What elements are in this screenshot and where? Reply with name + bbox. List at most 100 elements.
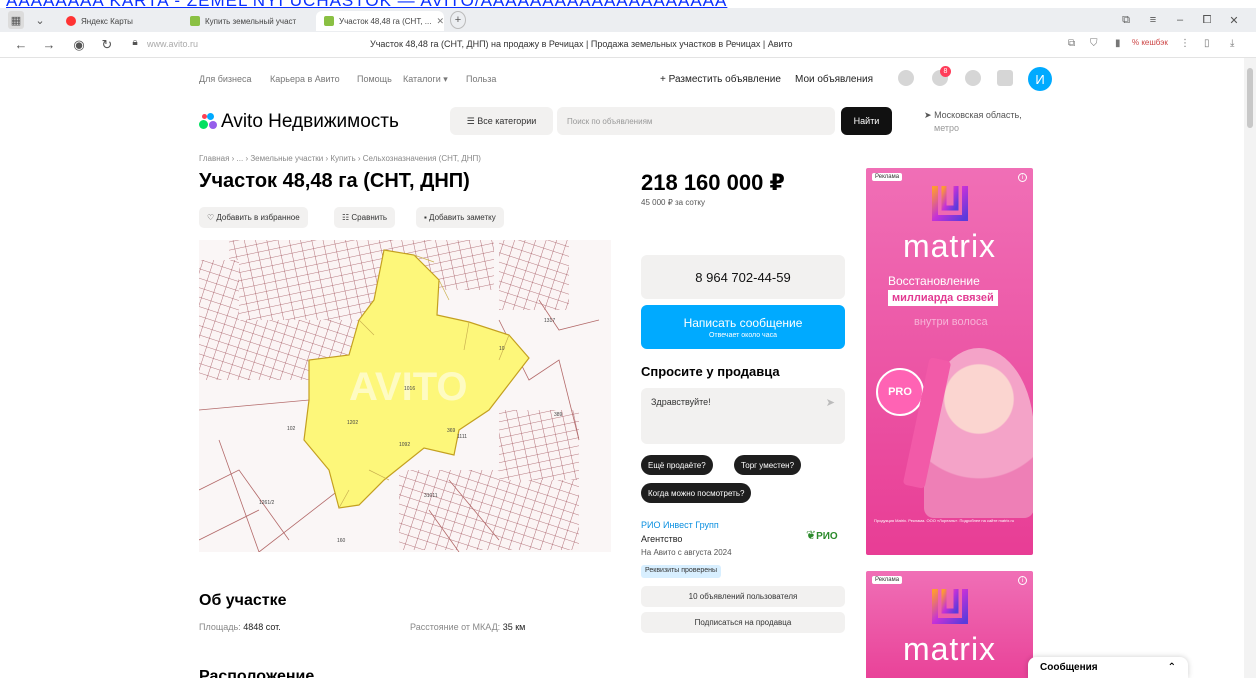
- avito-favicon-icon: [190, 16, 200, 26]
- ad-banner[interactable]: Реклама i matrix Восстановление миллиард…: [866, 168, 1033, 555]
- add-to-favorites-button[interactable]: ♡ Добавить в избранное: [199, 207, 308, 228]
- location-heading: Расположение: [199, 668, 315, 678]
- post-ad-link[interactable]: + Разместить объявление: [660, 74, 781, 85]
- seller-name-link[interactable]: РИО Инвест Групп: [641, 520, 719, 530]
- close-tab-icon[interactable]: ✕: [436, 16, 444, 27]
- favorites-heart-icon[interactable]: [898, 70, 914, 86]
- minimize-icon[interactable]: –: [1172, 11, 1188, 29]
- link-career[interactable]: Карьера в Авито: [270, 74, 340, 84]
- add-note-button[interactable]: ▪ Добавить заметку: [416, 207, 504, 228]
- write-message-button[interactable]: Написать сообщение Отвечает около часа: [641, 305, 845, 349]
- messages-icon[interactable]: [965, 70, 981, 86]
- tab-menu-chevron-icon[interactable]: ⌄: [30, 11, 50, 29]
- page-title-display: Участок 48,48 га (СНТ, ДНП) на продажу в…: [370, 39, 793, 49]
- quick-question-chip[interactable]: Ещё продаёте?: [641, 455, 713, 475]
- browser-menu-icon[interactable]: ≡: [1145, 11, 1161, 29]
- avatar[interactable]: И: [1028, 67, 1052, 91]
- forward-icon[interactable]: →: [40, 37, 58, 52]
- show-phone-button[interactable]: 8 964 702-44-59: [641, 255, 845, 299]
- restore-icon[interactable]: ⧠: [1199, 11, 1215, 29]
- compare-button[interactable]: ☷ Сравнить: [334, 207, 396, 228]
- seller-type: Агентство: [641, 534, 683, 544]
- chevron-up-icon[interactable]: ⌃: [1168, 662, 1176, 673]
- tab-yandex-maps[interactable]: Яндекс Карты: [58, 11, 178, 31]
- send-arrow-icon[interactable]: ➤: [826, 396, 835, 409]
- about-heading: Об участке: [199, 592, 287, 609]
- back-icon[interactable]: ←: [12, 37, 30, 52]
- shield-icon[interactable]: ⛉: [1090, 38, 1098, 49]
- messages-panel[interactable]: Сообщения ⌃: [1028, 657, 1188, 678]
- search-input[interactable]: Поиск по объявлениям: [557, 107, 835, 135]
- sidebar-toggle-icon[interactable]: ▦: [8, 11, 24, 29]
- avito-dots-icon: [199, 113, 217, 131]
- ask-seller-input[interactable]: Здравствуйте! ➤: [641, 388, 845, 444]
- map-label: 389: [554, 412, 563, 418]
- new-tab-button[interactable]: +: [450, 11, 466, 29]
- address-bar: ← → ◉ ↻ 🔒︎ www.avito.ru Участок 48,48 га…: [0, 32, 1256, 58]
- ad-label: Реклама: [872, 576, 903, 584]
- info-icon[interactable]: i: [1018, 576, 1027, 585]
- map-label: 1092: [399, 442, 410, 448]
- all-categories-button[interactable]: ☰ Все категории: [450, 107, 553, 135]
- scrollbar-thumb[interactable]: [1247, 68, 1253, 128]
- region-selector[interactable]: ➤ Московская область, метро: [924, 109, 1044, 135]
- map-label: 160: [337, 538, 346, 544]
- ad-brand: matrix: [902, 631, 997, 667]
- ad-label: Реклама: [872, 173, 903, 181]
- protect-icon[interactable]: ◉: [70, 37, 88, 53]
- close-window-icon[interactable]: ✕: [1226, 11, 1242, 29]
- page-title: Участок 48,48 га (СНТ, ДНП): [199, 170, 470, 192]
- cadastral-map-image: AVITO 1317 1016 389 1111 1202 102 1092 3…: [199, 240, 611, 552]
- leaf-icon: ❦: [806, 528, 817, 542]
- yandex-maps-favicon-icon: [66, 16, 76, 26]
- extension-icon[interactable]: ⧉: [1068, 38, 1075, 49]
- price-per-sotka: 45 000 ₽ за сотку: [641, 198, 705, 207]
- map-label: 10: [499, 346, 505, 352]
- breadcrumb[interactable]: Главная › ... › Земельные участки › Купи…: [199, 154, 481, 163]
- ad-fine-print: Продукция Matrix. Реклама. ООО «Лореаль»…: [874, 518, 1015, 523]
- response-time-label: Отвечает около часа: [708, 331, 777, 339]
- link-catalogs[interactable]: Каталоги ▾: [403, 74, 448, 85]
- seller-since: На Авито с августа 2024: [641, 548, 732, 557]
- mkad-distance-param: Расстояние от МКАД: 35 км: [410, 622, 526, 632]
- download-icon[interactable]: ⤓: [1230, 38, 1234, 49]
- quick-question-chip[interactable]: Торг уместен?: [734, 455, 802, 475]
- cart-icon[interactable]: [997, 70, 1013, 86]
- search-button[interactable]: Найти: [841, 107, 892, 135]
- tab-avito-listing[interactable]: Участок 48,48 га (СНТ, ... ✕: [316, 11, 444, 31]
- sidebar-panel-icon[interactable]: ▯: [1204, 38, 1210, 49]
- quick-question-chip[interactable]: Когда можно посмотреть?: [641, 483, 752, 503]
- tab-label: Купить земельный участ: [205, 16, 297, 26]
- seller-logo[interactable]: ❦РИО: [806, 528, 838, 542]
- tab-layout-icon[interactable]: ⧉: [1118, 11, 1134, 29]
- link-business[interactable]: Для бизнеса: [199, 74, 252, 84]
- subscribe-seller-button[interactable]: Подписаться на продавца: [641, 612, 845, 633]
- verified-badge: Реквизиты проверены: [641, 565, 722, 578]
- map-label: 369: [447, 428, 456, 434]
- more-icon[interactable]: ⋮: [1180, 38, 1190, 49]
- ad-headline-highlight: миллиарда связей: [888, 290, 998, 306]
- scrollbar[interactable]: [1244, 58, 1256, 678]
- link-benefit[interactable]: Польза: [466, 74, 496, 84]
- lock-icon[interactable]: 🔒︎: [126, 37, 144, 48]
- ad-brand: matrix: [902, 228, 997, 264]
- avito-logo[interactable]: Avito Недвижимость: [199, 111, 399, 133]
- message-button-label: Написать сообщение: [683, 315, 803, 330]
- map-label: 1016: [404, 386, 415, 392]
- avito-favicon-icon: [324, 16, 334, 26]
- my-ads-link[interactable]: Мои объявления: [795, 74, 873, 85]
- tab-label: Участок 48,48 га (СНТ, ...: [339, 16, 432, 26]
- reload-icon[interactable]: ↻: [98, 37, 116, 53]
- cashback-button[interactable]: % кешбэк: [1132, 38, 1168, 47]
- listing-photo[interactable]: AVITO 1317 1016 389 1111 1202 102 1092 3…: [199, 240, 611, 552]
- user-ads-button[interactable]: 10 объявлений пользователя: [641, 586, 845, 607]
- bookmark-icon[interactable]: ▮: [1115, 38, 1121, 49]
- ad-banner[interactable]: Реклама i matrix: [866, 571, 1033, 678]
- tab-avito-catalog[interactable]: Купить земельный участ: [182, 11, 312, 31]
- link-help[interactable]: Помощь: [357, 74, 392, 84]
- map-label: 31011: [424, 493, 438, 499]
- logo-text: Avito Недвижимость: [221, 111, 399, 132]
- url-field[interactable]: www.avito.ru: [147, 39, 198, 49]
- matrix-logo-icon: [932, 186, 968, 221]
- info-icon[interactable]: i: [1018, 173, 1027, 182]
